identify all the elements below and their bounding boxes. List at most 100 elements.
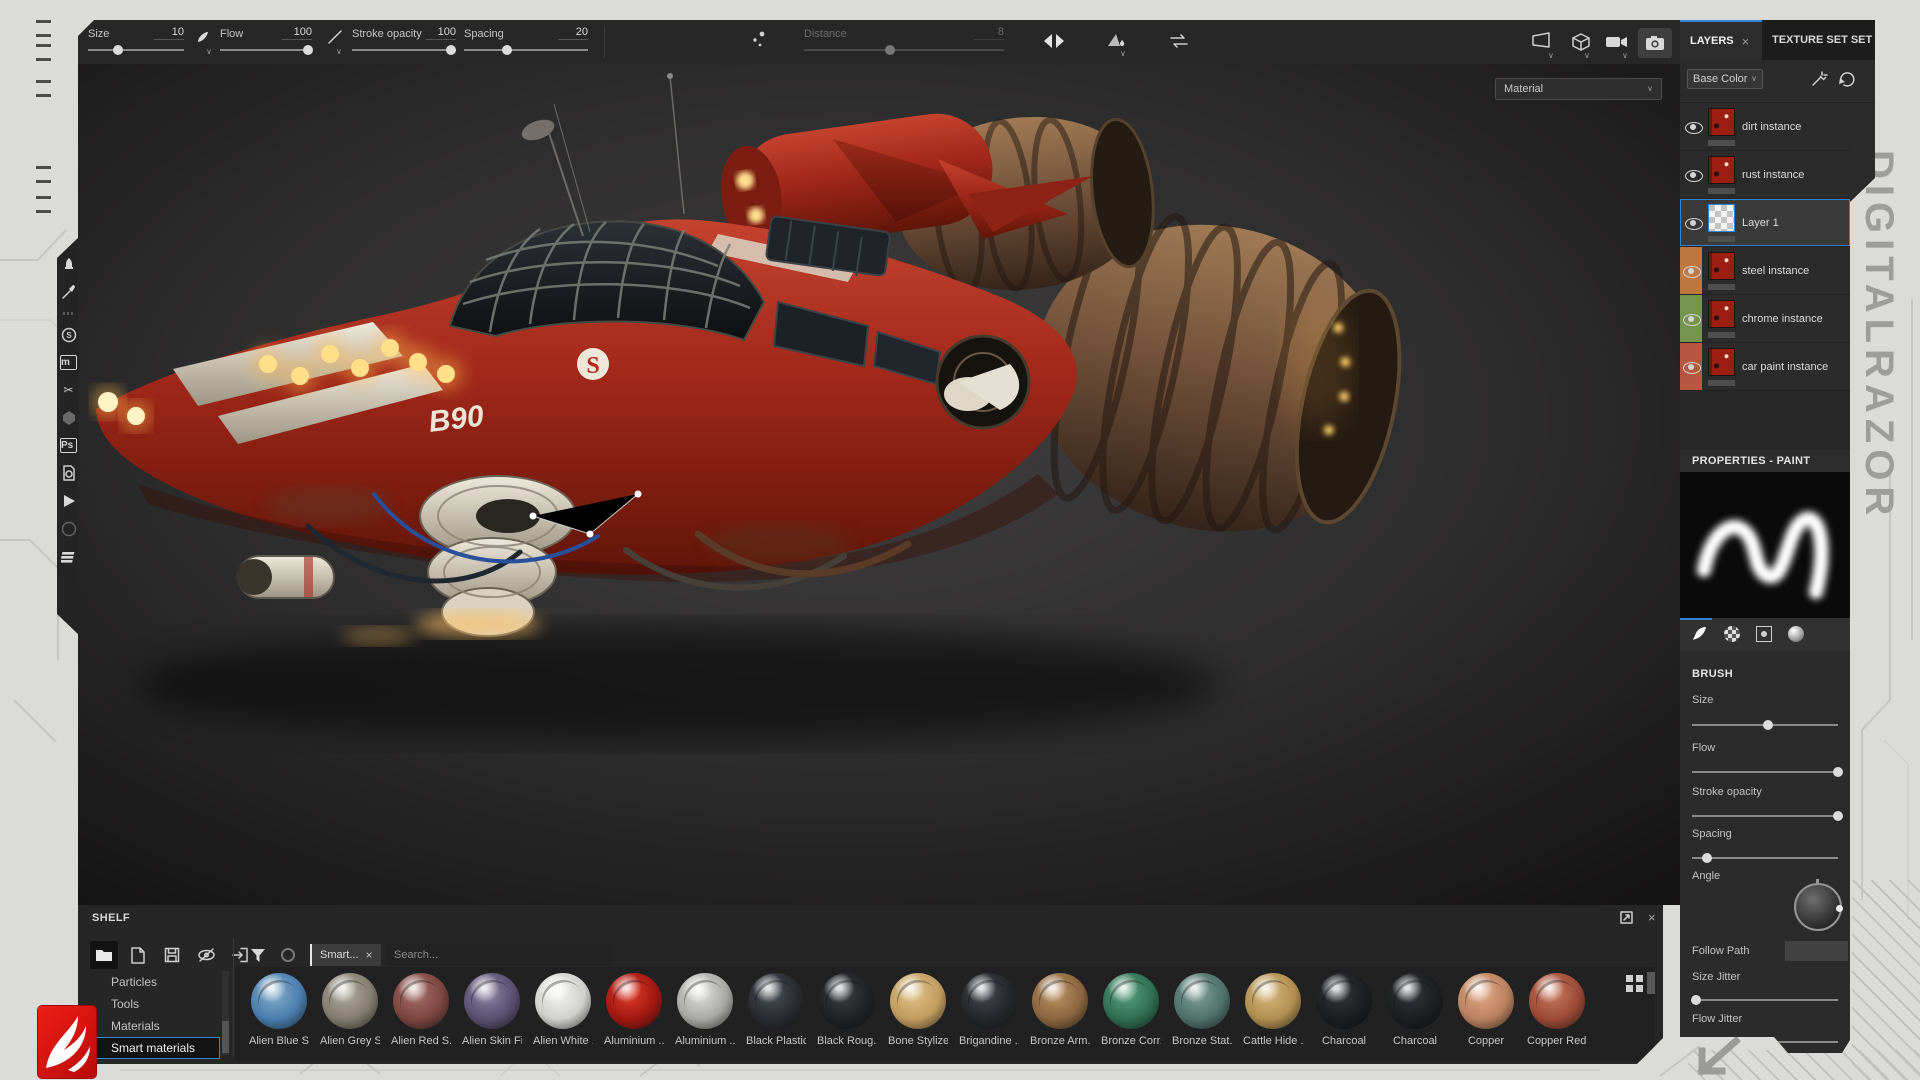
spacing-slider[interactable] — [464, 44, 588, 56]
category-materials[interactable]: Materials — [88, 1015, 220, 1037]
material-item[interactable]: Black Plastic — [746, 973, 806, 1047]
visibility-eye-icon[interactable] — [1685, 122, 1703, 134]
brush-spacing-thumb[interactable] — [1702, 853, 1712, 863]
layer-row-car-paint-instance[interactable]: car paint instance — [1680, 343, 1850, 391]
stroke-opacity-value[interactable]: 100 — [426, 26, 456, 40]
subtab-brush-icon[interactable] — [1690, 625, 1708, 643]
substance-poly-icon[interactable] — [61, 410, 77, 426]
material-sphere[interactable] — [1387, 973, 1443, 1029]
shelf-new-resource-button[interactable] — [124, 941, 152, 969]
material-item[interactable]: Brigandine ... — [959, 973, 1019, 1047]
magic-wand-icon[interactable] — [1810, 70, 1828, 88]
layer-row-steel-instance[interactable]: steel instance — [1680, 247, 1850, 295]
shelf-folder-button[interactable] — [90, 941, 118, 969]
layer-stack-icon[interactable] — [61, 549, 77, 565]
stroke-opacity-slider-thumb[interactable] — [446, 45, 456, 55]
shelf-save-button[interactable] — [158, 941, 186, 969]
material-sphere[interactable] — [464, 973, 520, 1029]
material-sphere[interactable] — [1458, 973, 1514, 1029]
category-tools[interactable]: Tools — [88, 993, 220, 1015]
material-sphere[interactable] — [1316, 973, 1372, 1029]
camera-view-chevron-icon[interactable]: ∨ — [1622, 52, 1628, 60]
brush-stroke-opacity-thumb[interactable] — [1833, 811, 1843, 821]
stroke-shape-chevron-icon[interactable]: ∨ — [336, 48, 342, 56]
visibility-eye-icon[interactable] — [1683, 362, 1701, 374]
material-sphere[interactable] — [1245, 973, 1301, 1029]
material-sphere[interactable] — [606, 973, 662, 1029]
category-particles[interactable]: Particles — [88, 971, 220, 993]
brush-stroke-opacity-slider[interactable] — [1692, 810, 1838, 822]
tab-layers[interactable]: LAYERS × — [1680, 20, 1762, 60]
camera-view-icon[interactable] — [1604, 32, 1630, 52]
material-item[interactable]: Black Roug... — [817, 973, 877, 1047]
eyedropper-icon[interactable] — [61, 284, 77, 300]
material-sphere[interactable] — [890, 973, 946, 1029]
scissors-icon[interactable]: ✂ — [61, 382, 77, 398]
share-m-icon[interactable]: m — [60, 355, 77, 370]
paint-symmetry-icon[interactable] — [1106, 32, 1128, 50]
size-jitter-slider[interactable] — [1692, 994, 1838, 1006]
visibility-eye-icon[interactable] — [1685, 218, 1703, 230]
photoshop-icon[interactable]: Ps — [60, 438, 77, 453]
size-slider-thumb[interactable] — [113, 45, 123, 55]
layer-row-chrome-instance[interactable]: chrome instance — [1680, 295, 1850, 343]
layer-row-dirt-instance[interactable]: dirt instance — [1680, 103, 1850, 151]
material-item[interactable]: Bronze Corr... — [1101, 973, 1161, 1047]
stroke-opacity-slider[interactable] — [352, 44, 456, 56]
close-icon[interactable]: × — [366, 948, 373, 962]
material-sphere[interactable] — [1174, 973, 1230, 1029]
document-sync-icon[interactable] — [61, 465, 77, 481]
material-sphere[interactable] — [819, 973, 875, 1029]
material-item[interactable]: Alien Red S... — [391, 973, 451, 1047]
size-value[interactable]: 10 — [154, 26, 184, 40]
angle-dial[interactable] — [1794, 883, 1842, 931]
display-settings-chevron-icon[interactable]: ∨ — [1548, 52, 1554, 60]
layer-thumbnail[interactable] — [1708, 156, 1735, 184]
material-item[interactable]: Copper Red... — [1527, 973, 1587, 1047]
grid-view-icon[interactable] — [1626, 975, 1643, 992]
category-scrollbar[interactable] — [222, 971, 229, 1055]
close-icon[interactable]: × — [1742, 34, 1750, 49]
screenshot-camera-button[interactable] — [1638, 28, 1672, 58]
spacing-slider-thumb[interactable] — [502, 45, 512, 55]
stroke-shape-icon[interactable] — [326, 28, 344, 46]
spacing-value[interactable]: 20 — [558, 26, 588, 40]
layer-thumbnail[interactable] — [1708, 108, 1735, 136]
lazy-loop-icon[interactable] — [1168, 32, 1190, 50]
viewport-mode-select[interactable]: Material ∨ — [1495, 78, 1662, 100]
materials-scrollbar[interactable] — [1647, 972, 1655, 994]
shelf-hide-button[interactable] — [192, 941, 220, 969]
expand-panel-icon[interactable] — [1620, 911, 1633, 924]
filter-chip-smart-materials[interactable]: Smart... × — [310, 944, 381, 966]
geometry-cube-chevron-icon[interactable]: ∨ — [1584, 52, 1590, 60]
brush-size-slider[interactable] — [1692, 719, 1838, 731]
layer-thumbnail[interactable] — [1708, 204, 1735, 232]
flow-slider-thumb[interactable] — [303, 45, 313, 55]
brush-spacing-slider[interactable] — [1692, 852, 1838, 864]
layer-thumbnail[interactable] — [1708, 300, 1735, 328]
material-item[interactable]: Bronze Arm... — [1030, 973, 1090, 1047]
material-item[interactable]: Charcoal — [1314, 973, 1374, 1047]
material-sphere[interactable] — [322, 973, 378, 1029]
material-sphere[interactable] — [1529, 973, 1585, 1029]
material-sphere[interactable] — [535, 973, 591, 1029]
subtab-alpha-icon[interactable] — [1724, 626, 1740, 642]
material-item[interactable]: Alien Blue S... — [249, 973, 309, 1047]
material-item[interactable]: Alien Grey S... — [320, 973, 380, 1047]
subtab-stencil-icon[interactable] — [1756, 626, 1772, 642]
size-jitter-thumb[interactable] — [1691, 995, 1701, 1005]
tab-texture-set-settings[interactable]: TEXTURE SET SET — [1762, 20, 1875, 60]
brush-preset-chevron-icon[interactable]: ∨ — [206, 48, 212, 56]
scatter-dots-icon[interactable] — [750, 30, 768, 50]
material-item[interactable]: Aluminium ... — [604, 973, 664, 1047]
flow-value[interactable]: 100 — [282, 26, 312, 40]
paint-symmetry-chevron-icon[interactable]: ∨ — [1120, 50, 1126, 58]
material-item[interactable]: Charcoal — [1385, 973, 1445, 1047]
layer-thumbnail[interactable] — [1708, 348, 1735, 376]
material-sphere[interactable] — [677, 973, 733, 1029]
material-item[interactable]: Alien White ... — [533, 973, 593, 1047]
material-sphere[interactable] — [1032, 973, 1088, 1029]
brush-flow-thumb[interactable] — [1833, 767, 1843, 777]
material-item[interactable]: Aluminium ... — [675, 973, 735, 1047]
size-slider[interactable] — [88, 44, 184, 56]
